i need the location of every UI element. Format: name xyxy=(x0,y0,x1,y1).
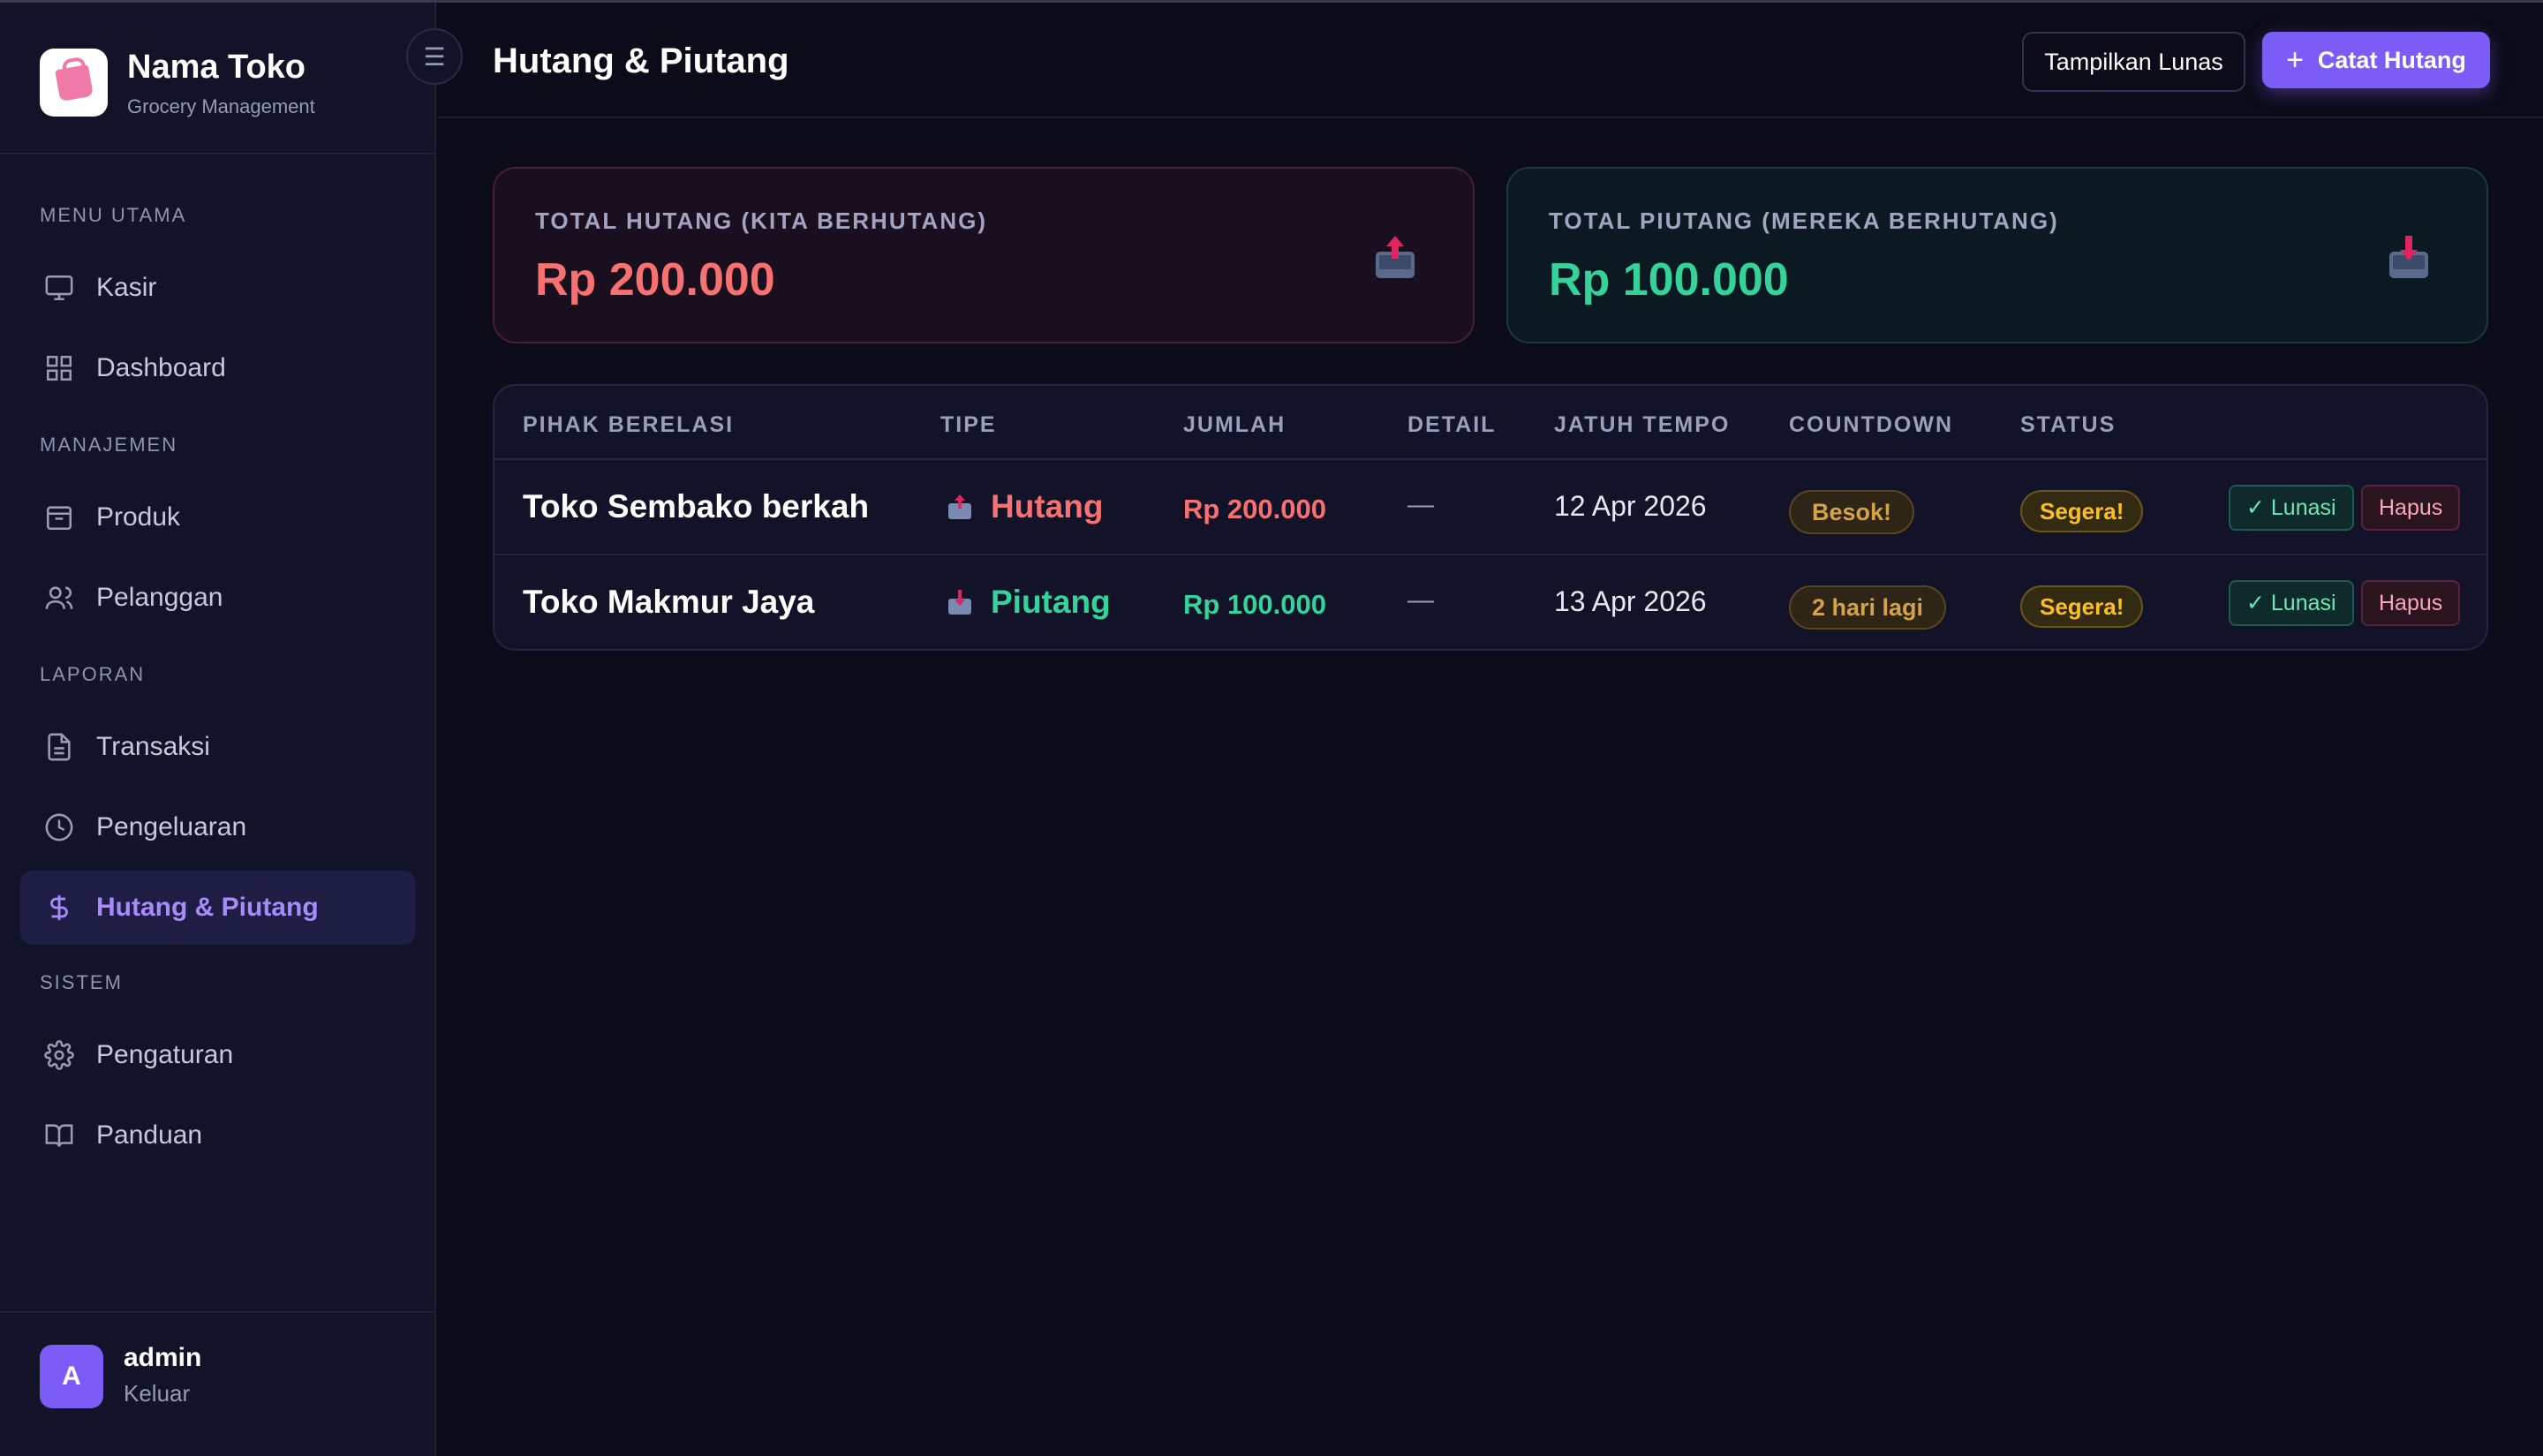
due-date: 13 Apr 2026 xyxy=(1554,585,1707,617)
sidebar-item-pelanggan[interactable]: Pelanggan xyxy=(20,561,416,635)
sidebar-item-produk[interactable]: Produk xyxy=(20,480,416,554)
outbox-tray-icon xyxy=(1376,236,1415,278)
sidebar-item-label: Pengaturan xyxy=(96,1040,234,1069)
column-header-status: STATUS xyxy=(2020,412,2117,437)
brand-subtitle: Grocery Management xyxy=(127,95,315,117)
logout-link[interactable]: Keluar xyxy=(124,1380,190,1407)
amount: Rp 100.000 xyxy=(1183,589,1326,620)
sidebar-item-label: Transaksi xyxy=(96,732,210,761)
column-header-tipe: TIPE xyxy=(940,412,997,437)
plus-icon: + xyxy=(2286,42,2304,77)
section-label-laporan: LAPORAN xyxy=(40,663,146,685)
party-name: Toko Makmur Jaya xyxy=(523,584,815,620)
brand-header: Nama Toko Grocery Management xyxy=(0,3,434,155)
sidebar-item-kasir[interactable]: Kasir xyxy=(20,251,416,325)
dollar-icon xyxy=(42,890,77,925)
party-name: Toko Sembako berkah xyxy=(523,488,870,524)
total-piutang-label: TOTAL PIUTANG (MEREKA BERHUTANG) xyxy=(1549,207,2059,234)
column-header-jumlah: JUMLAH xyxy=(1183,412,1287,437)
sidebar-toggle-button[interactable]: ☰ xyxy=(406,28,463,85)
pay-off-button[interactable]: ✓ Lunasi xyxy=(2229,485,2354,531)
sidebar-item-dashboard[interactable]: Dashboard xyxy=(20,331,416,405)
delete-button[interactable]: Hapus xyxy=(2361,485,2461,531)
total-piutang-value: Rp 100.000 xyxy=(1549,254,1789,306)
debt-table: PIHAK BERELASI TIPE JUMLAH DETAIL JATUH … xyxy=(493,384,2488,651)
type-cell: Hutang xyxy=(947,488,1103,525)
brand-name: Nama Toko xyxy=(127,49,306,86)
sidebar-item-transaksi[interactable]: Transaksi xyxy=(20,710,416,784)
sidebar-item-hutang-piutang[interactable]: Hutang & Piutang xyxy=(20,871,416,945)
type-label: Hutang xyxy=(991,488,1104,524)
shopping-bag-icon xyxy=(40,49,108,117)
show-paid-button[interactable]: Tampilkan Lunas xyxy=(2022,32,2245,92)
total-hutang-card: TOTAL HUTANG (KITA BERHUTANG) Rp 200.000 xyxy=(493,167,1475,343)
table-row: Toko Makmur Jaya Piutang Rp 100.000 — 13… xyxy=(494,555,2486,649)
detail: — xyxy=(1407,490,1434,519)
user-profile: A admin Keluar xyxy=(0,1311,434,1456)
inbox-tray-icon xyxy=(948,590,971,615)
sidebar-item-label: Kasir xyxy=(96,273,157,302)
book-icon xyxy=(42,1118,77,1153)
type-label: Piutang xyxy=(991,584,1111,620)
column-header-countdown: COUNTDOWN xyxy=(1789,412,1954,437)
file-text-icon xyxy=(42,729,77,765)
column-header-detail: DETAIL xyxy=(1407,412,1497,437)
table-row: Toko Sembako berkah Hutang Rp 200.000 — … xyxy=(494,460,2486,555)
avatar: A xyxy=(40,1345,103,1408)
status-badge: Segera! xyxy=(2020,585,2144,628)
sidebar-item-label: Hutang & Piutang xyxy=(96,893,319,922)
sidebar-item-label: Produk xyxy=(96,502,181,532)
users-icon xyxy=(42,580,77,615)
grid-icon xyxy=(42,351,77,386)
sidebar-item-label: Pelanggan xyxy=(96,583,223,612)
countdown-badge: 2 hari lagi xyxy=(1789,585,1947,630)
sidebar-item-panduan[interactable]: Panduan xyxy=(20,1098,416,1173)
add-debt-label: Catat Hutang xyxy=(2317,46,2466,73)
outbox-tray-icon xyxy=(948,494,971,519)
sidebar-item-label: Dashboard xyxy=(96,353,226,382)
column-header-pihak: PIHAK BERELASI xyxy=(523,412,735,437)
monitor-icon xyxy=(42,270,77,306)
sidebar: Nama Toko Grocery Management MENU UTAMA … xyxy=(0,3,436,1456)
status-badge: Segera! xyxy=(2020,490,2144,532)
gear-icon xyxy=(42,1037,77,1073)
column-header-jatuh-tempo: JATUH TEMPO xyxy=(1554,412,1731,437)
total-hutang-label: TOTAL HUTANG (KITA BERHUTANG) xyxy=(535,207,987,234)
page-header: Hutang & Piutang Tampilkan Lunas + Catat… xyxy=(438,3,2543,118)
inbox-tray-icon xyxy=(2389,236,2428,278)
type-cell: Piutang xyxy=(947,584,1111,621)
total-hutang-value: Rp 200.000 xyxy=(535,254,775,306)
delete-button[interactable]: Hapus xyxy=(2361,580,2461,626)
amount: Rp 200.000 xyxy=(1183,494,1326,524)
section-label-menu-utama: MENU UTAMA xyxy=(40,204,187,226)
menu-icon: ☰ xyxy=(423,42,446,71)
table-header: PIHAK BERELASI TIPE JUMLAH DETAIL JATUH … xyxy=(494,386,2486,460)
sidebar-item-label: Panduan xyxy=(96,1120,203,1150)
due-date: 12 Apr 2026 xyxy=(1554,490,1707,522)
sidebar-item-pengeluaran[interactable]: Pengeluaran xyxy=(20,790,416,864)
add-debt-button[interactable]: + Catat Hutang xyxy=(2262,32,2490,88)
box-icon xyxy=(42,500,77,535)
clock-icon xyxy=(42,810,77,845)
detail: — xyxy=(1407,585,1434,615)
total-piutang-card: TOTAL PIUTANG (MEREKA BERHUTANG) Rp 100.… xyxy=(1506,167,2488,343)
user-name: admin xyxy=(124,1343,202,1372)
sidebar-item-label: Pengeluaran xyxy=(96,812,247,841)
section-label-sistem: SISTEM xyxy=(40,971,123,993)
pay-off-button[interactable]: ✓ Lunasi xyxy=(2229,580,2354,626)
sidebar-item-pengaturan[interactable]: Pengaturan xyxy=(20,1018,416,1092)
section-label-manajemen: MANAJEMEN xyxy=(40,434,178,456)
countdown-badge: Besok! xyxy=(1789,490,1915,534)
page-title: Hutang & Piutang xyxy=(493,41,789,80)
